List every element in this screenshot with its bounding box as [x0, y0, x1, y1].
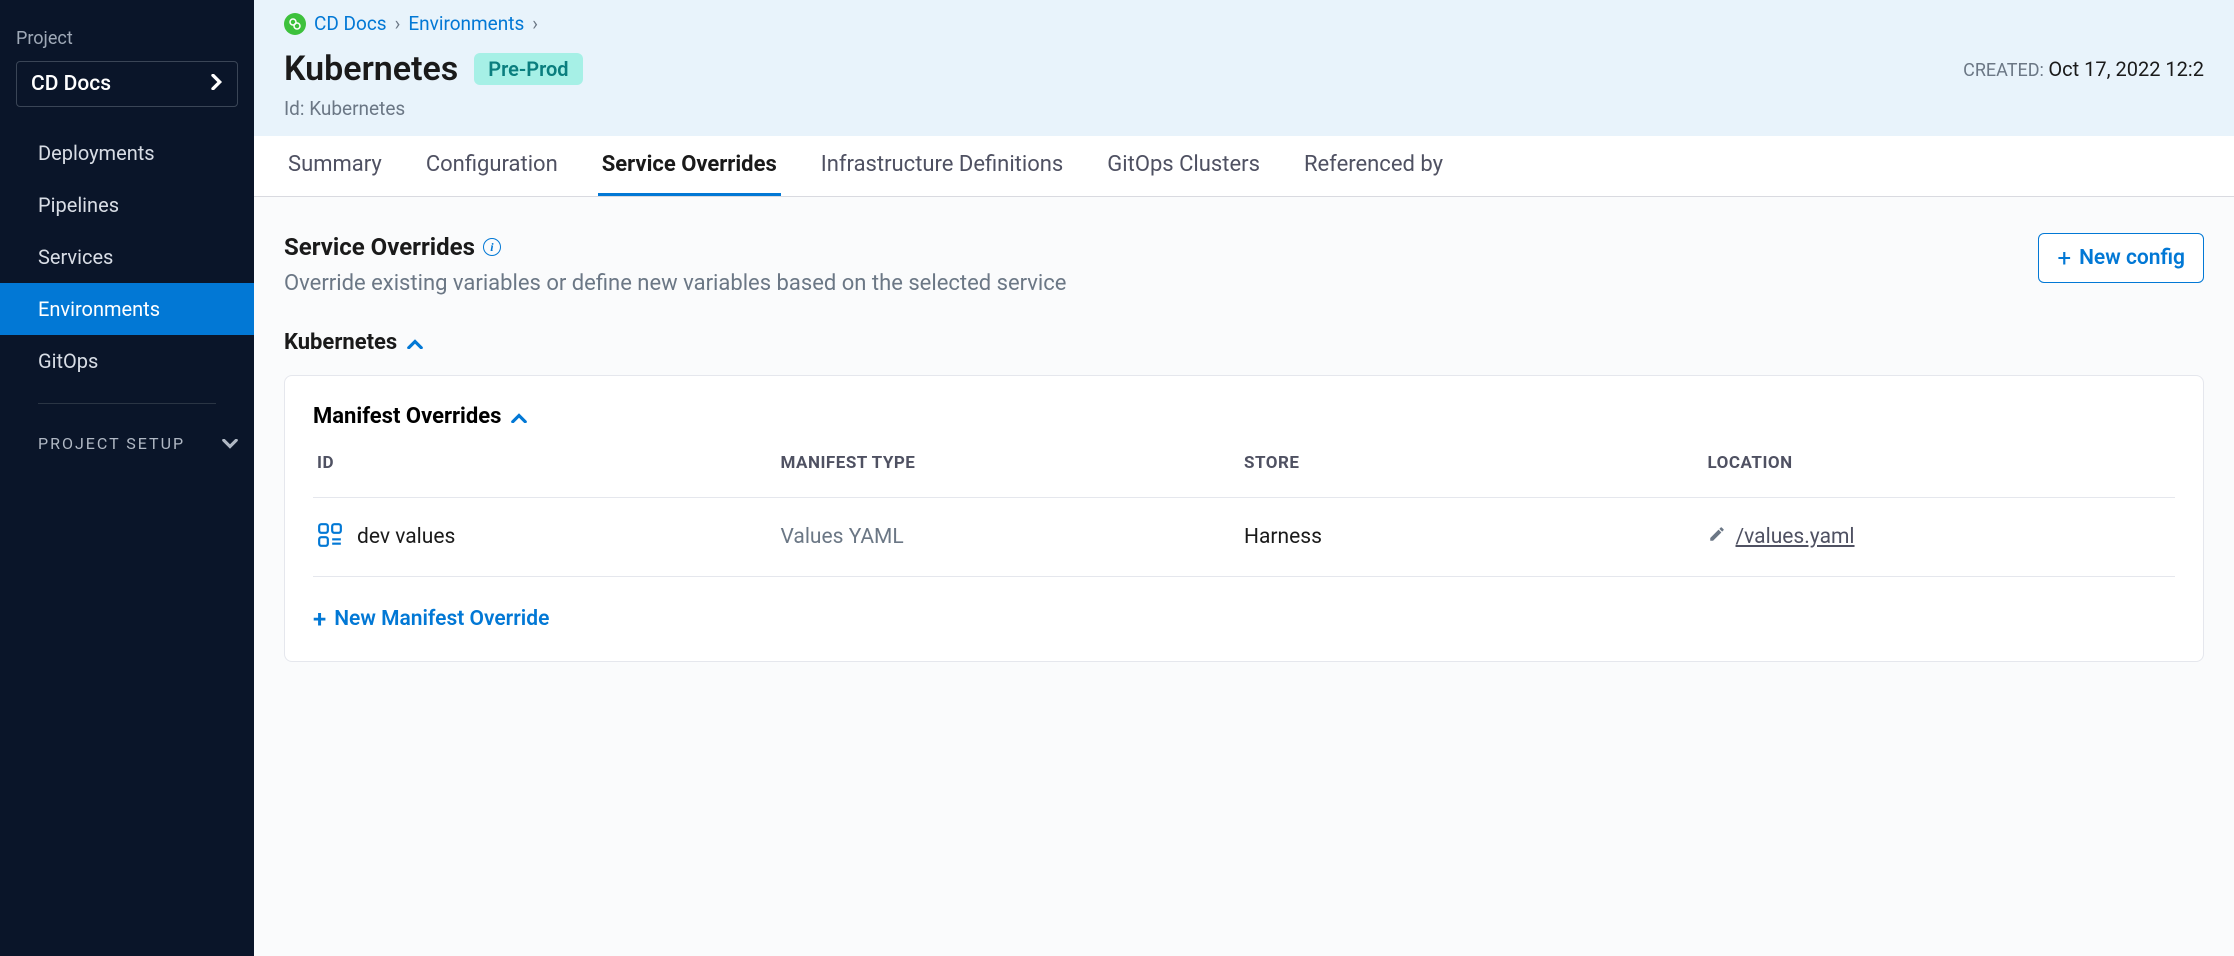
- col-id: ID: [317, 453, 781, 473]
- manifest-icon: [317, 522, 343, 552]
- section-description: Override existing variables or define ne…: [284, 271, 1066, 296]
- pencil-icon[interactable]: [1708, 525, 1726, 549]
- tab-infrastructure-definitions[interactable]: Infrastructure Definitions: [817, 136, 1068, 196]
- col-manifest-type: MANIFEST TYPE: [781, 453, 1245, 473]
- section-title: Service Overrides i: [284, 233, 1066, 261]
- breadcrumb-cd-docs[interactable]: CD Docs: [314, 12, 387, 35]
- tab-referenced-by[interactable]: Referenced by: [1300, 136, 1447, 196]
- table-header: ID MANIFEST TYPE STORE LOCATION: [313, 453, 2175, 497]
- header: CD Docs › Environments › Kubernetes Pre-…: [254, 0, 2234, 136]
- table-row[interactable]: dev values Values YAML Harness /values.y…: [313, 497, 2175, 577]
- project-selector[interactable]: CD Docs: [16, 61, 238, 107]
- tab-summary[interactable]: Summary: [284, 136, 386, 196]
- manifest-overrides-title: Manifest Overrides: [313, 404, 501, 429]
- breadcrumb-environments[interactable]: Environments: [408, 12, 524, 35]
- info-icon[interactable]: i: [483, 238, 501, 256]
- page-title: Kubernetes: [284, 49, 458, 89]
- created-info: CREATED: Oct 17, 2022 12:2: [1963, 57, 2204, 81]
- new-manifest-label: New Manifest Override: [334, 607, 549, 631]
- resource-id: Id: Kubernetes: [284, 97, 2204, 120]
- status-badge: Pre-Prod: [474, 53, 582, 85]
- sidebar-item-gitops[interactable]: GitOps: [0, 335, 254, 387]
- sidebar-item-services[interactable]: Services: [0, 231, 254, 283]
- created-label: CREATED:: [1963, 60, 2044, 81]
- tab-gitops-clusters[interactable]: GitOps Clusters: [1103, 136, 1264, 196]
- project-label: Project: [0, 20, 254, 57]
- logo-icon: [284, 13, 306, 35]
- sidebar: Project CD Docs Deployments Pipelines Se…: [0, 0, 254, 956]
- group-header-kubernetes[interactable]: Kubernetes: [284, 330, 2204, 355]
- new-config-button[interactable]: + New config: [2038, 233, 2204, 283]
- sidebar-item-deployments[interactable]: Deployments: [0, 127, 254, 179]
- sidebar-item-pipelines[interactable]: Pipelines: [0, 179, 254, 231]
- cell-id: dev values: [317, 522, 781, 552]
- manifest-overrides-card: Manifest Overrides ID MANIFEST TYPE STOR…: [284, 375, 2204, 662]
- cell-store: Harness: [1244, 525, 1708, 549]
- group-name: Kubernetes: [284, 330, 397, 355]
- breadcrumb: CD Docs › Environments ›: [284, 12, 2204, 35]
- tab-service-overrides[interactable]: Service Overrides: [598, 136, 781, 196]
- col-location: LOCATION: [1708, 453, 2172, 473]
- divider: [38, 403, 216, 404]
- chevron-down-icon: [222, 434, 238, 453]
- plus-icon: +: [2057, 244, 2071, 272]
- sidebar-item-environments[interactable]: Environments: [0, 283, 254, 335]
- tab-configuration[interactable]: Configuration: [422, 136, 562, 196]
- cell-location: /values.yaml: [1708, 525, 2172, 549]
- chevron-right-icon: ›: [395, 12, 401, 35]
- project-name: CD Docs: [31, 72, 111, 96]
- main: CD Docs › Environments › Kubernetes Pre-…: [254, 0, 2234, 956]
- location-link[interactable]: /values.yaml: [1736, 525, 1855, 549]
- created-date: Oct 17, 2022 12:2: [2048, 57, 2204, 81]
- manifest-overrides-header[interactable]: Manifest Overrides: [313, 404, 2175, 429]
- chevron-up-icon: [511, 404, 527, 429]
- project-setup[interactable]: PROJECT SETUP: [0, 420, 254, 467]
- chevron-up-icon: [407, 330, 423, 355]
- plus-icon: +: [313, 605, 326, 633]
- new-config-label: New config: [2079, 246, 2185, 270]
- col-store: STORE: [1244, 453, 1708, 473]
- cell-type: Values YAML: [781, 525, 1245, 549]
- project-setup-label: PROJECT SETUP: [38, 434, 185, 453]
- new-manifest-override-button[interactable]: + New Manifest Override: [313, 605, 2175, 633]
- content: Service Overrides i Override existing va…: [254, 197, 2234, 956]
- chevron-right-icon: ›: [532, 12, 538, 35]
- chevron-right-icon: [211, 72, 223, 96]
- row-id-text: dev values: [357, 525, 455, 549]
- tabs: Summary Configuration Service Overrides …: [254, 136, 2234, 197]
